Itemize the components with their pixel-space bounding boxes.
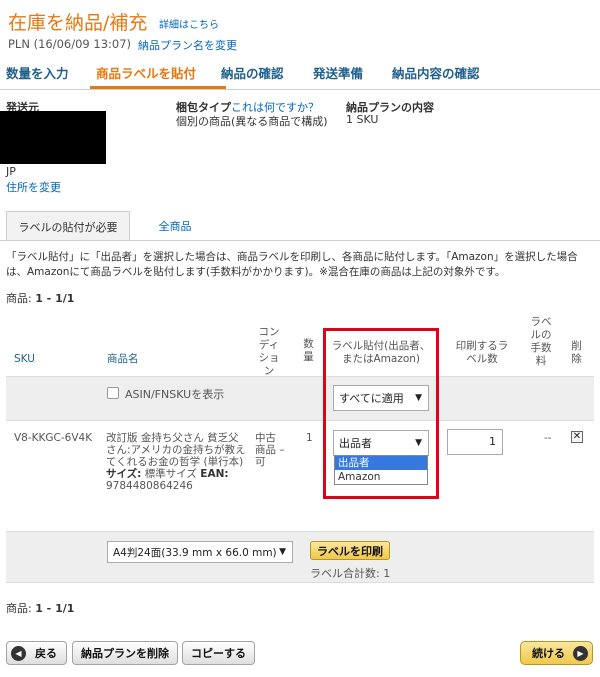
close-icon[interactable]: ✕	[571, 431, 583, 443]
detail-link[interactable]: 詳細はこちら	[159, 16, 219, 31]
step-enter-quantity[interactable]: 数量を入力	[6, 63, 69, 82]
col-product-name[interactable]: 商品名	[107, 353, 139, 366]
tab-labels-required[interactable]: ラベルの貼付が必要	[6, 211, 130, 241]
steps-divider	[0, 89, 600, 90]
apply-all-row	[6, 376, 594, 421]
paper-type-select[interactable]: A4判24面(33.9 mm x 66.0 mm) ▼	[107, 541, 293, 563]
label-total: ラベル合計数: 1	[310, 567, 391, 580]
step-prepare-shipment[interactable]: 発送準備	[313, 63, 363, 82]
step-summary[interactable]: 納品内容の確認	[392, 63, 480, 82]
delete-plan-button[interactable]: 納品プランを削除	[72, 641, 178, 665]
product-count-bottom: 商品: 1 - 1/1	[6, 602, 75, 615]
product-count-top: 商品: 1 - 1/1	[6, 292, 75, 305]
arrow-left-icon: ◀	[11, 645, 26, 661]
row-label-fee: --	[544, 432, 552, 444]
print-labels-row	[6, 531, 594, 583]
continue-button[interactable]: 続ける ▶	[520, 641, 593, 665]
col-print-quantity: 印刷するラベル数	[455, 340, 509, 365]
print-quantity-input[interactable]: 1	[447, 429, 503, 455]
tab-all-products[interactable]: 全商品	[140, 211, 210, 241]
label-notice: 「ラベル貼付」に「出品者」を選択した場合は、商品ラベルを印刷し、各商品に貼付しま…	[6, 251, 578, 278]
col-sku[interactable]: SKU	[14, 353, 35, 366]
show-asin-checkbox[interactable]	[107, 387, 119, 399]
redacted-address	[0, 111, 106, 164]
arrow-right-icon: ▶	[573, 645, 588, 661]
step-review-shipment[interactable]: 納品の確認	[221, 63, 284, 82]
tabs-divider	[0, 240, 600, 241]
col-condition: コンディション	[258, 326, 280, 377]
col-delete: 削除	[571, 340, 582, 365]
rename-plan-link[interactable]: 納品プラン名を変更	[138, 37, 237, 53]
label-owner-highlight	[323, 328, 439, 499]
ship-from-country: JP	[6, 165, 16, 178]
col-label-fee: ラベルの手数料	[530, 316, 552, 367]
packing-type-value: 個別の商品(異なる商品で構成)	[176, 115, 328, 128]
row-sku: V8-KKGC-6V4K	[14, 432, 93, 444]
copy-button[interactable]: コピーする	[182, 641, 255, 665]
col-quantity: 数量	[303, 338, 314, 363]
show-asin-label: ASIN/FNSKUを表示	[125, 388, 225, 401]
row-condition: 中古商品 – 可	[255, 432, 285, 468]
page-title: 在庫を納品/補充	[8, 12, 148, 34]
back-button[interactable]: ◀ 戻る	[6, 641, 67, 665]
row-product-name: 改訂版 金持ち父さん 貧乏父さん:アメリカの金持ちが教えてくれるお金の哲学 (単…	[106, 432, 246, 492]
print-labels-button[interactable]: ラベルを印刷	[310, 541, 390, 560]
row-quantity: 1	[306, 432, 313, 444]
plan-contents-value: 1 SKU	[346, 113, 379, 126]
change-address-link[interactable]: 住所を変更	[6, 179, 61, 195]
chevron-down-icon: ▼	[279, 547, 286, 557]
step-apply-labels[interactable]: 商品ラベルを貼付	[96, 63, 196, 82]
plan-name: PLN (16/06/09 13:07)	[8, 37, 132, 51]
